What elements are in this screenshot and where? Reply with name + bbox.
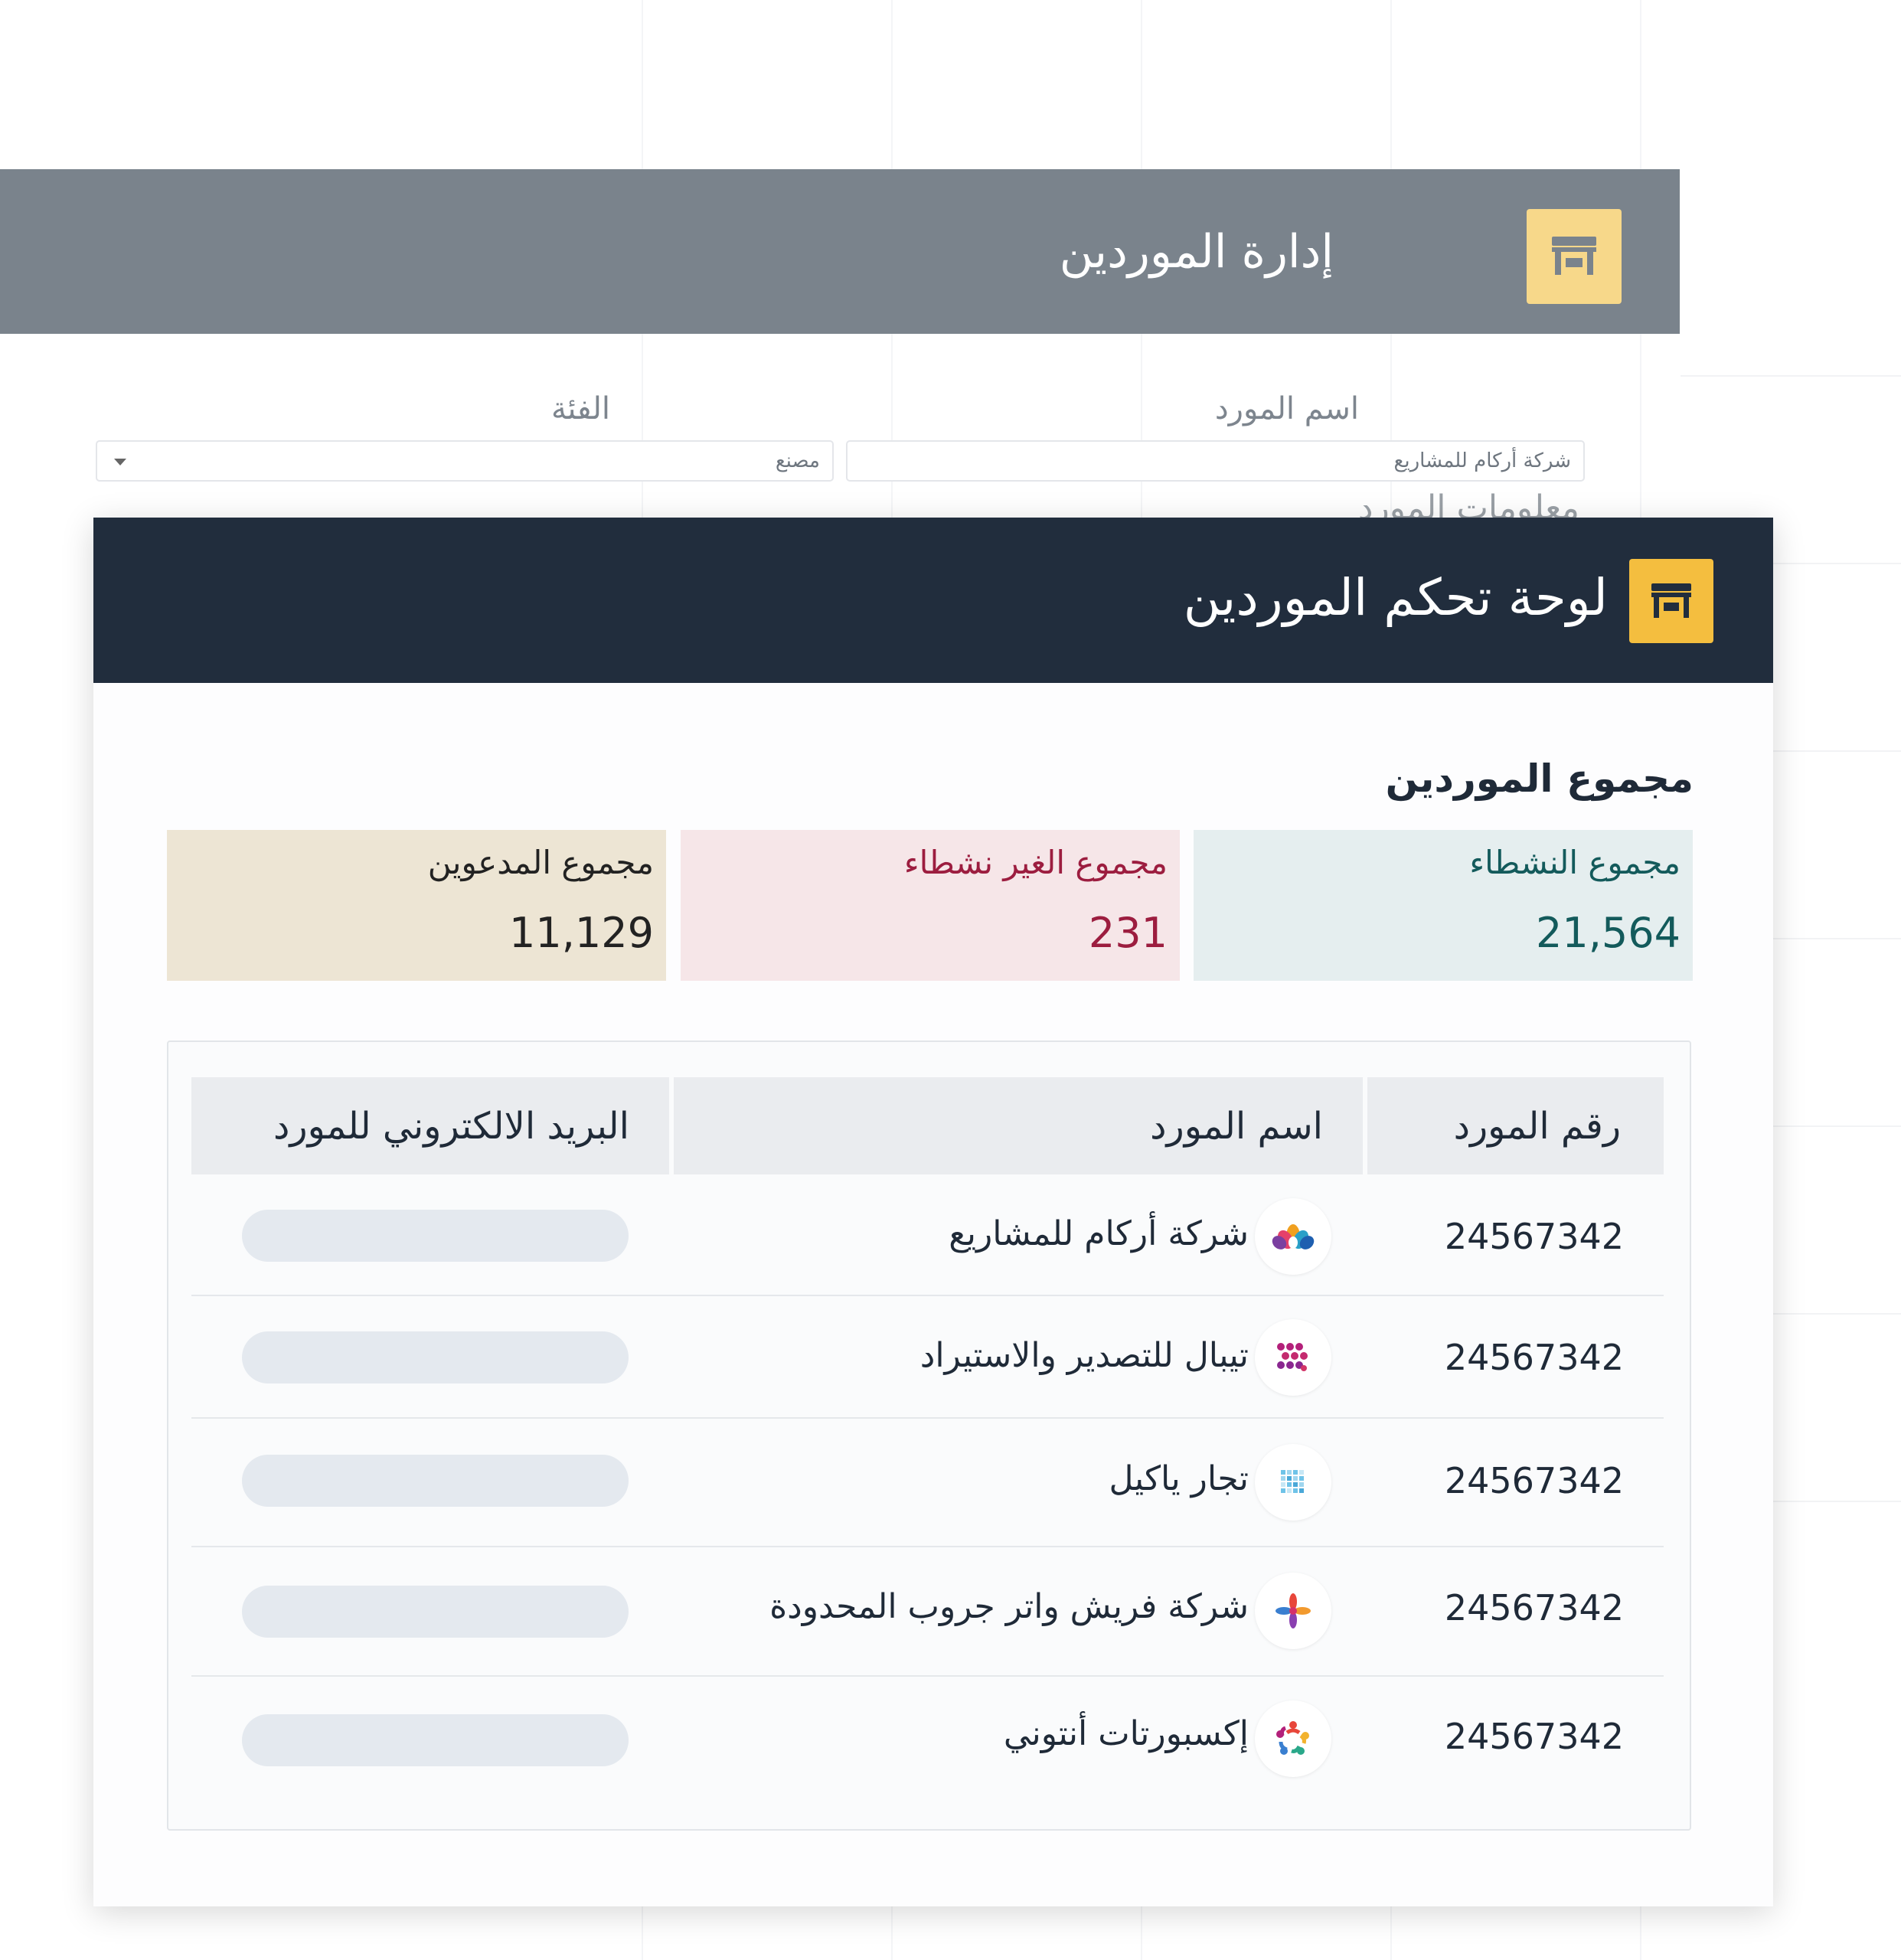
vendor-dashboard-card: لوحة تحكم الموردين مجموع الموردين مجموع … bbox=[93, 518, 1773, 1906]
active-vendors-label: مجموع النشطاء bbox=[1469, 844, 1681, 881]
active-vendors-stat: مجموع النشطاء 21,564 bbox=[1194, 830, 1693, 981]
vendor-name: شركة فريش واتر جروب المحدودة bbox=[769, 1587, 1249, 1626]
store-icon bbox=[1527, 209, 1622, 304]
vendor-name: تجار ياكيل bbox=[1109, 1459, 1249, 1498]
invited-vendors-label: مجموع المدعوين bbox=[427, 844, 654, 881]
store-icon bbox=[1629, 559, 1713, 643]
vendor-number: 24567342 bbox=[1444, 1216, 1624, 1257]
vendors-table: رقم المورد اسم المورد البريد الالكتروني … bbox=[167, 1040, 1691, 1831]
category-select[interactable]: مصنع bbox=[96, 440, 834, 482]
table-row[interactable]: 24567342 تجار ياكيل bbox=[191, 1419, 1664, 1547]
vendor-name-label: اسم المورد bbox=[1214, 391, 1359, 426]
table-row[interactable]: 24567342 إكسبورتات أنتوني bbox=[191, 1677, 1664, 1807]
dashboard-header: لوحة تحكم الموردين bbox=[93, 518, 1773, 683]
vendor-name-input[interactable]: شركة أركام للمشاريع bbox=[846, 440, 1585, 482]
email-placeholder bbox=[242, 1714, 629, 1766]
vendor-name: تيبال للتصدير والاستيراد bbox=[919, 1336, 1249, 1375]
email-placeholder bbox=[242, 1210, 629, 1262]
invited-vendors-value: 11,129 bbox=[509, 909, 654, 957]
ring-people-logo-icon bbox=[1255, 1700, 1331, 1777]
table-row[interactable]: 24567342 شركة أركام للمشاريع bbox=[191, 1174, 1664, 1296]
column-header-label: رقم المورد bbox=[1453, 1105, 1621, 1148]
vendor-number: 24567342 bbox=[1444, 1337, 1624, 1378]
email-placeholder bbox=[242, 1586, 629, 1638]
total-vendors-heading: مجموع الموردين bbox=[1385, 756, 1694, 801]
table-row[interactable]: 24567342 شركة فريش واتر جروب المحدودة bbox=[191, 1547, 1664, 1677]
vendor-number: 24567342 bbox=[1444, 1716, 1624, 1757]
column-header-vendor-email[interactable]: البريد الالكتروني للمورد bbox=[191, 1077, 669, 1174]
email-placeholder bbox=[242, 1455, 629, 1507]
pinwheel-logo-icon bbox=[1255, 1573, 1331, 1649]
dashboard-title: لوحة تحكم الموردين bbox=[1183, 568, 1608, 627]
inactive-vendors-label: مجموع الغير نشطاء bbox=[903, 844, 1168, 881]
inactive-vendors-value: 231 bbox=[1088, 909, 1168, 957]
chevron-down-icon bbox=[114, 459, 126, 466]
column-header-label: اسم المورد bbox=[1150, 1105, 1323, 1148]
pixel-square-logo-icon bbox=[1255, 1444, 1331, 1521]
category-label: الفئة bbox=[550, 391, 610, 426]
dots-grid-logo-icon bbox=[1255, 1319, 1331, 1396]
column-header-vendor-number[interactable]: رقم المورد bbox=[1367, 1077, 1664, 1174]
category-value: مصنع bbox=[775, 449, 820, 472]
vendor-management-header: إدارة الموردين bbox=[0, 169, 1680, 334]
column-header-vendor-name[interactable]: اسم المورد bbox=[674, 1077, 1363, 1174]
vendor-number: 24567342 bbox=[1444, 1587, 1624, 1628]
vendor-management-title: إدارة الموردين bbox=[1059, 225, 1334, 279]
column-header-label: البريد الالكتروني للمورد bbox=[273, 1105, 629, 1148]
active-vendors-value: 21,564 bbox=[1536, 909, 1681, 957]
vendor-name-value: شركة أركام للمشاريع bbox=[1393, 449, 1571, 472]
vendor-number: 24567342 bbox=[1444, 1460, 1624, 1501]
inactive-vendors-stat: مجموع الغير نشطاء 231 bbox=[681, 830, 1180, 981]
lotus-logo-icon bbox=[1255, 1198, 1331, 1275]
vendor-name: إكسبورتات أنتوني bbox=[1003, 1714, 1249, 1753]
table-row[interactable]: 24567342 تيبال للتصدير والاستيراد bbox=[191, 1296, 1664, 1419]
email-placeholder bbox=[242, 1331, 629, 1383]
invited-vendors-stat: مجموع المدعوين 11,129 bbox=[167, 830, 666, 981]
vendor-name: شركة أركام للمشاريع bbox=[949, 1214, 1249, 1253]
